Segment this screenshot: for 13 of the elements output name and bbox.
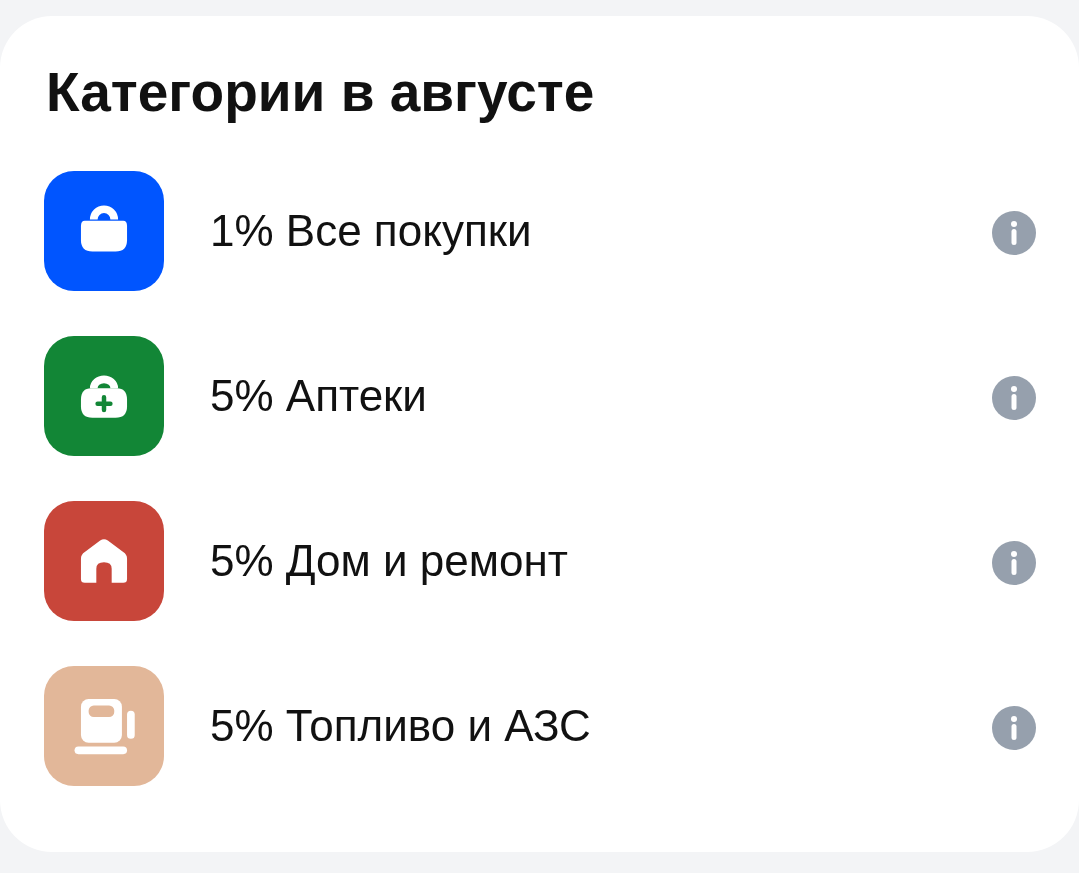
info-icon[interactable] [992, 376, 1036, 420]
fuel-pump-icon [74, 699, 135, 755]
info-icon[interactable] [992, 706, 1036, 750]
card-title: Категории в августе [45, 60, 595, 124]
category-label: 1% Все покупки [210, 205, 532, 257]
medical-bag-icon [80, 375, 128, 418]
info-icon[interactable] [992, 211, 1036, 255]
house-icon [80, 539, 128, 583]
shopping-bag-icon [80, 205, 128, 252]
category-label: 5% Дом и ремонт [210, 535, 568, 587]
info-icon[interactable] [992, 541, 1036, 585]
category-label: 5% Аптеки [210, 370, 427, 422]
category-label: 5% Топливо и АЗС [210, 700, 591, 752]
